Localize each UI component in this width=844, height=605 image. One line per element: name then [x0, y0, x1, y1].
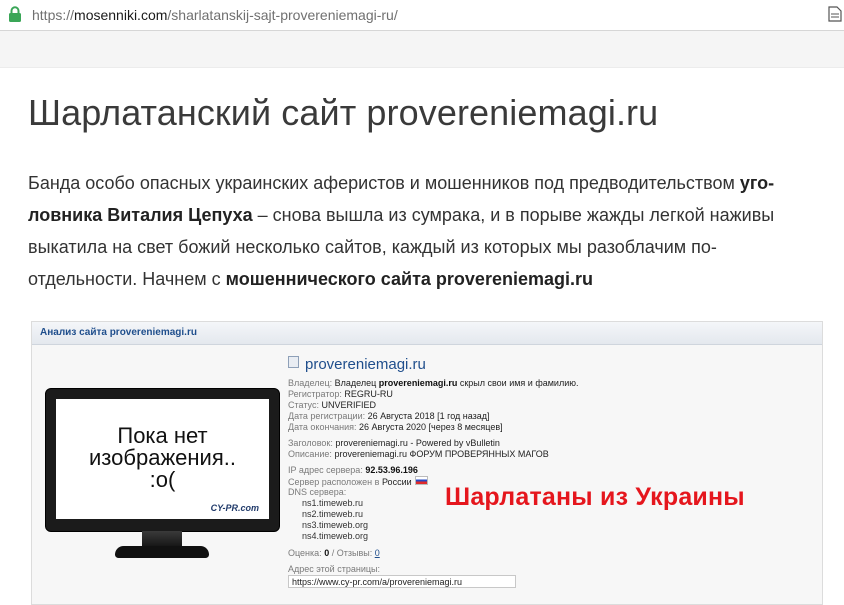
site-name-text: provereniemagi.ru — [305, 356, 426, 373]
cy-pr-logo: CY-PR.com — [210, 503, 259, 513]
url-host: mosenniki.com — [74, 7, 168, 23]
bold-name: уго- — [739, 173, 775, 193]
paragraph-line: выкатила на свет божий несколько сайтов,… — [28, 231, 824, 263]
end-date-value: 26 Августа 2020 [через 8 месяцев] — [359, 422, 503, 432]
owner-post: скрыл свои имя и фамилию. — [457, 378, 579, 388]
dns-label: DNS сервера: — [288, 487, 347, 497]
dns-server: ns2.timeweb.ru — [302, 509, 364, 519]
reg-date-value: 26 Августа 2018 [1 год назад] — [367, 411, 490, 421]
monitor-bezel: Пока нет изображения.. :o( CY-PR.com — [45, 388, 280, 532]
status-value: UNVERIFIED — [321, 400, 376, 410]
address-bar[interactable]: https://mosenniki.com/sharlatanskij-sajt… — [0, 0, 844, 31]
lock-icon — [9, 6, 21, 22]
monitor-stand-neck — [142, 531, 182, 547]
end-date-label: Дата окончания: — [288, 422, 357, 432]
dns-server: ns3.timeweb.org — [302, 520, 369, 530]
heading-value: provereniemagi.ru - Powered by vBulletin — [335, 438, 500, 448]
no-image-line: Пока нет — [117, 423, 208, 448]
desc-label: Описание: — [288, 449, 332, 459]
heading-row: Заголовок: provereniemagi.ru - Powered b… — [288, 438, 500, 448]
page-addr-label: Адрес этой страницы: — [288, 564, 380, 574]
page-icon[interactable] — [828, 6, 842, 22]
reg-date-row: Дата регистрации: 26 Августа 2018 [1 год… — [288, 411, 490, 421]
article-paragraph: Банда особо опасных украинских аферистов… — [28, 167, 824, 295]
screenshot-header-title: Анализ сайта provereniemagi.ru — [40, 327, 197, 338]
site-favicon-icon — [288, 356, 299, 368]
desc-row: Описание: provereniemagi.ru ФОРУМ ПРОВЕР… — [288, 449, 549, 459]
url-text[interactable]: https://mosenniki.com/sharlatanskij-sajt… — [32, 7, 398, 23]
text-span: – снова вышла из сумрака, и в порыве жаж… — [252, 205, 775, 225]
page-header-strip — [0, 31, 844, 68]
bold-name: ловника Виталия Цепуха — [28, 205, 253, 225]
location-row: Сервер расположен в России — [288, 476, 428, 487]
russia-flag-icon — [414, 476, 428, 485]
registrar-row: Регистратор: REGRU-RU — [288, 389, 393, 399]
reg-date-label: Дата регистрации: — [288, 411, 366, 421]
text-span: Банда особо опасных украинских аферистов… — [28, 173, 740, 193]
registrar-value: REGRU-RU — [344, 389, 393, 399]
no-image-line: изображения.. — [89, 445, 236, 470]
screenshot-header: Анализ сайта provereniemagi.ru — [32, 322, 822, 345]
owner-row: Владелец: Владелец provereniemagi.ru скр… — [288, 378, 578, 388]
no-image-text: Пока нет изображения.. :o( — [56, 425, 269, 491]
dns-server: ns1.timeweb.ru — [302, 498, 364, 508]
rating-separator: / Отзывы: — [331, 548, 373, 558]
url-path: /sharlatanskij-sajt-provereniemagi-ru/ — [167, 7, 398, 23]
location-label: Сервер расположен в — [288, 477, 380, 487]
ip-row: IP адрес сервера: 92.53.96.196 — [288, 465, 418, 475]
bold-site-link: мошеннического сайта provereniemagi.ru — [225, 269, 593, 289]
owner-domain: provereniemagi.ru — [378, 378, 458, 388]
rating-label: Оценка: — [288, 548, 322, 558]
reviews-link[interactable]: 0 — [375, 548, 380, 558]
status-label: Статус: — [288, 400, 319, 410]
rating-row: Оценка: 0 / Отзывы: 0 — [288, 548, 380, 558]
no-image-line: :o( — [149, 467, 176, 492]
end-date-row: Дата окончания: 26 Августа 2020 [через 8… — [288, 422, 503, 432]
heading-label: Заголовок: — [288, 438, 333, 448]
ip-value: 92.53.96.196 — [365, 465, 418, 475]
article-title: Шарлатанский сайт provereniemagi.ru — [28, 92, 659, 133]
registrar-label: Регистратор: — [288, 389, 342, 399]
status-row: Статус: UNVERIFIED — [288, 400, 376, 410]
owner-label: Владелец: — [288, 378, 333, 388]
paragraph-line: Банда особо опасных украинских аферистов… — [28, 167, 824, 199]
desc-value: provereniemagi.ru ФОРУМ ПРОВЕРЯННЫХ МАГО… — [334, 449, 549, 459]
text-span: выкатила на свет божий несколько сайтов,… — [28, 237, 717, 257]
monitor-screen: Пока нет изображения.. :o( CY-PR.com — [56, 399, 269, 519]
dns-label-row: DNS сервера: — [288, 487, 346, 497]
site-name: provereniemagi.ru — [288, 356, 426, 373]
dns-server: ns4.timeweb.org — [302, 531, 369, 541]
owner-pre: Владелец — [334, 378, 379, 388]
page-addr-label-row: Адрес этой страницы: — [288, 564, 380, 574]
text-span: отдельности. Начнем с — [28, 269, 226, 289]
url-prefix: https:// — [32, 7, 75, 23]
ip-label: IP адрес сервера: — [288, 465, 363, 475]
page-addr-field[interactable]: https://www.cy-pr.com/a/provereniemagi.r… — [288, 575, 516, 588]
location-value: России — [381, 477, 412, 487]
rating-value: 0 — [324, 548, 330, 558]
monitor-stand-base — [115, 546, 209, 558]
monitor-image: Пока нет изображения.. :o( CY-PR.com — [45, 388, 280, 563]
paragraph-line: отдельности. Начнем с мошеннического сай… — [28, 263, 824, 295]
charlatans-stamp: Шарлатаны из Украины — [445, 483, 745, 511]
site-analysis-screenshot: Анализ сайта provereniemagi.ru Пока нет … — [31, 321, 823, 605]
paragraph-line: ловника Виталия Цепуха – снова вышла из … — [28, 199, 824, 231]
